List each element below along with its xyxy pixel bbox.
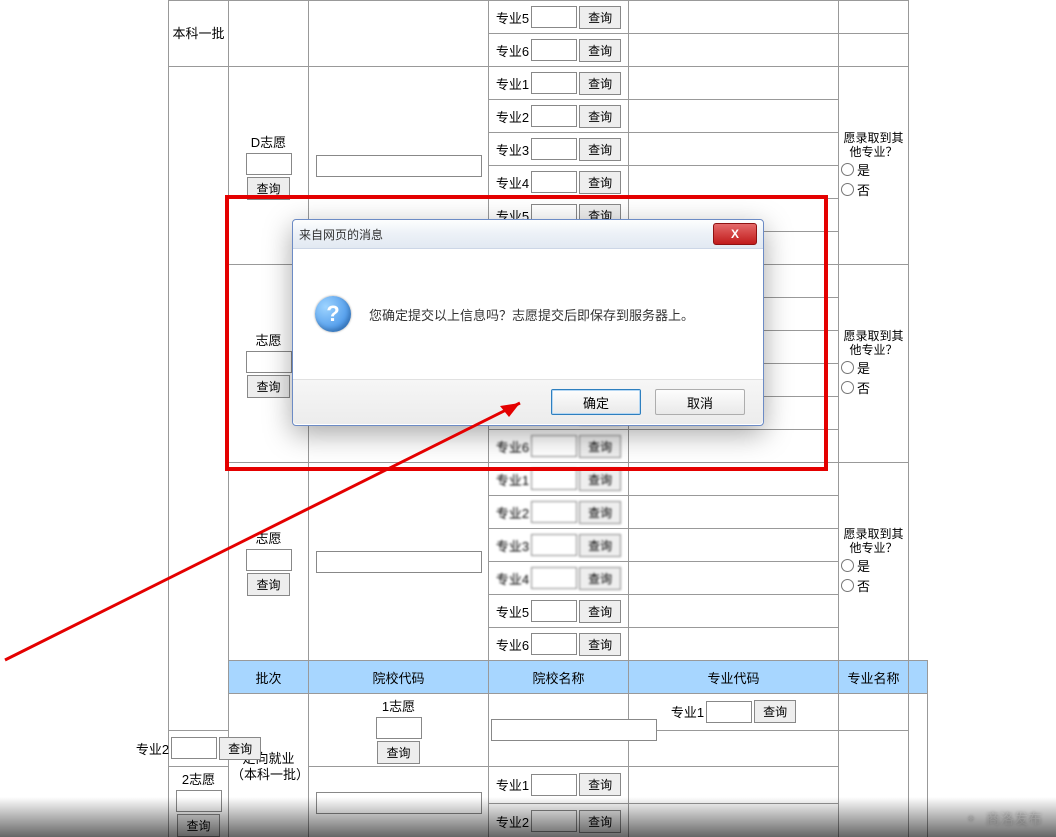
watermark-icon: ✦ bbox=[962, 810, 980, 828]
watermark: ✦ 商洛发布 bbox=[962, 809, 1042, 829]
batch-bk1: 本科一批 bbox=[169, 1, 229, 67]
wish-e-query[interactable]: 查询 bbox=[247, 375, 289, 398]
d-major1-input[interactable] bbox=[531, 72, 577, 94]
wish-d-input[interactable] bbox=[246, 153, 292, 175]
dialog-title: 来自网页的消息 bbox=[299, 226, 383, 243]
wish-e-label: 志愿 bbox=[255, 330, 281, 349]
d-major3-input[interactable] bbox=[531, 138, 577, 160]
f-major6-input[interactable] bbox=[531, 633, 577, 655]
dx2-major1-input[interactable] bbox=[531, 774, 577, 796]
dialog-close-button[interactable]: X bbox=[713, 223, 757, 245]
major-label: 专业6 bbox=[496, 41, 529, 60]
major5-query[interactable]: 查询 bbox=[579, 6, 621, 29]
f-major5-input[interactable] bbox=[531, 600, 577, 622]
accept-question-f: 愿录取到其他专业？ bbox=[841, 527, 906, 556]
school-name-d[interactable] bbox=[316, 155, 482, 177]
dx-school2[interactable] bbox=[316, 792, 482, 814]
dx1-major2-input[interactable] bbox=[171, 737, 217, 759]
school-name-f[interactable] bbox=[316, 551, 482, 573]
dx2-major2-query[interactable]: 查询 bbox=[579, 810, 621, 833]
dx-school1[interactable] bbox=[491, 719, 657, 741]
dx-wish1-label: 1志愿 bbox=[382, 696, 415, 715]
col-batch: 批次 bbox=[229, 661, 309, 694]
f-radio-yes[interactable]: 是 bbox=[841, 556, 906, 575]
d-major1-query[interactable]: 查询 bbox=[579, 72, 621, 95]
wish-f-query[interactable]: 查询 bbox=[247, 573, 289, 596]
wish-d-label: D志愿 bbox=[251, 132, 286, 151]
accept-question-d: 愿录取到其他专业？ bbox=[841, 131, 906, 160]
d-radio-yes[interactable]: 是 bbox=[841, 160, 906, 179]
dx-wish2-input[interactable] bbox=[176, 790, 222, 812]
col-school-name: 院校名称 bbox=[489, 661, 629, 694]
d-major2-input[interactable] bbox=[531, 105, 577, 127]
watermark-text: 商洛发布 bbox=[986, 809, 1042, 829]
dx1-major2-query[interactable]: 查询 bbox=[219, 737, 261, 760]
d-major2-query[interactable]: 查询 bbox=[579, 105, 621, 128]
wish-e-input[interactable] bbox=[246, 351, 292, 373]
dx1-major1-query[interactable]: 查询 bbox=[754, 700, 796, 723]
e-radio-yes[interactable]: 是 bbox=[841, 358, 906, 377]
major6-input[interactable] bbox=[531, 39, 577, 61]
major5-input[interactable] bbox=[531, 6, 577, 28]
confirm-dialog: 来自网页的消息 X ? 您确定提交以上信息吗？志愿提交后即保存到服务器上。 确定… bbox=[292, 219, 764, 426]
f-major5-query[interactable]: 查询 bbox=[579, 600, 621, 623]
col-school-code: 院校代码 bbox=[309, 661, 489, 694]
dialog-ok-button[interactable]: 确定 bbox=[551, 389, 641, 415]
col-major-code: 专业代码 bbox=[629, 661, 839, 694]
major-label: 专业5 bbox=[496, 8, 529, 27]
close-icon: X bbox=[731, 227, 739, 241]
e-radio-no[interactable]: 否 bbox=[841, 378, 906, 397]
dx-wish1-query[interactable]: 查询 bbox=[377, 741, 419, 764]
dx2-major1-query[interactable]: 查询 bbox=[579, 773, 621, 796]
f-major6-query[interactable]: 查询 bbox=[579, 633, 621, 656]
f-radio-no[interactable]: 否 bbox=[841, 576, 906, 595]
dx2-major2-input[interactable] bbox=[531, 810, 577, 832]
dialog-cancel-button[interactable]: 取消 bbox=[655, 389, 745, 415]
dialog-message: 您确定提交以上信息吗？志愿提交后即保存到服务器上。 bbox=[369, 305, 694, 324]
dx-wish2-query[interactable]: 查询 bbox=[177, 814, 219, 837]
d-radio-no[interactable]: 否 bbox=[841, 180, 906, 199]
wish-f-input[interactable] bbox=[246, 549, 292, 571]
major6-query[interactable]: 查询 bbox=[579, 39, 621, 62]
dx1-major1-input[interactable] bbox=[706, 701, 752, 723]
wish-f-label: 志愿 bbox=[255, 528, 281, 547]
dx-wish1-input[interactable] bbox=[376, 717, 422, 739]
col-major-name: 专业名称 bbox=[839, 661, 909, 694]
question-icon: ? bbox=[315, 296, 351, 332]
wish-d-query[interactable]: 查询 bbox=[247, 177, 289, 200]
d-major4-input[interactable] bbox=[531, 171, 577, 193]
d-major4-query[interactable]: 查询 bbox=[579, 171, 621, 194]
accept-question-e: 愿录取到其他专业？ bbox=[841, 329, 906, 358]
d-major3-query[interactable]: 查询 bbox=[579, 138, 621, 161]
dx-wish2-label: 2志愿 bbox=[182, 769, 215, 788]
batch-dingxiang: 定向就业（本科一批） bbox=[229, 694, 309, 837]
